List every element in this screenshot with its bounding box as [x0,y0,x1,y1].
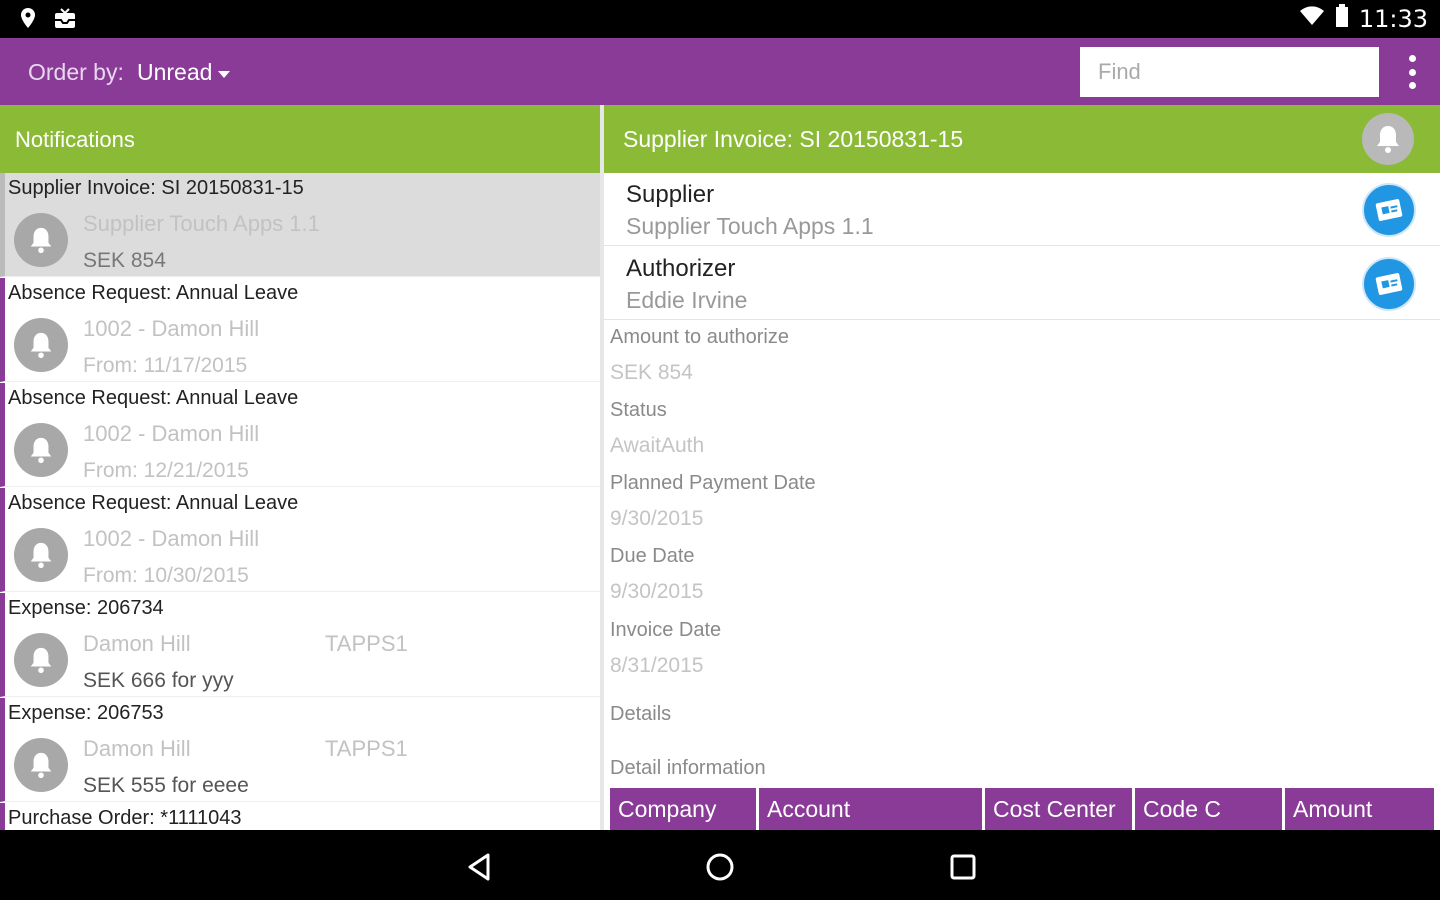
column-amount[interactable]: Amount [1285,788,1434,830]
item-company-code: TAPPS1 [325,631,408,656]
item-line2: SEK 555 for eeee [83,774,249,797]
order-by-value: Unread [137,59,213,85]
authorizer-label: Authorizer [626,255,736,282]
item-line1: Damon Hill [83,631,191,656]
more-vert-icon[interactable] [1398,53,1426,91]
item-title: Expense: 206734 [8,597,164,619]
item-line2: From: 12/21/2015 [83,459,249,482]
app-toolbar: Order by: Unread [0,38,1440,105]
bell-icon [14,633,68,687]
order-by-label: Order by: [28,59,124,85]
item-title: Absence Request: Annual Leave [8,387,299,409]
due-date-value: 9/30/2015 [610,580,704,603]
contact-card-icon [1375,273,1403,295]
amount-value: SEK 854 [610,361,693,384]
planned-payment-date-value: 9/30/2015 [610,507,704,530]
detail-table-header: Company Account Cost Center Code C Amoun… [610,788,1434,830]
item-line1: 1002 - Damon Hill [83,526,260,551]
item-line1: 1002 - Damon Hill [83,316,260,341]
authorizer-contact-button[interactable] [1362,257,1416,311]
notification-list: Supplier Invoice: SI 20150831-15 Supplie… [0,173,600,830]
item-line1: Damon Hill [83,736,191,761]
amount-label: Amount to authorize [610,326,789,348]
order-by-dropdown[interactable]: Unread [137,59,231,86]
contact-card-icon [1375,199,1403,221]
item-line2: SEK 854 [83,249,166,272]
clock: 11:33 [1358,4,1428,33]
bell-icon [14,318,68,372]
item-company-code: TAPPS1 [325,736,408,761]
column-code-c[interactable]: Code C [1135,788,1285,830]
inbox-icon [52,6,78,37]
detail-title: Supplier Invoice: SI 20150831-15 [623,126,964,152]
notification-bell-button[interactable] [1362,113,1414,165]
bell-icon [14,738,68,792]
system-nav-bar [0,830,1440,900]
supplier-row: Supplier Supplier Touch Apps 1.1 [604,173,1440,246]
supplier-contact-button[interactable] [1362,183,1416,237]
item-title: Expense: 206753 [8,702,164,724]
location-pin-icon [18,6,38,37]
column-company[interactable]: Company [610,788,759,830]
find-input[interactable] [1080,47,1379,97]
list-item[interactable]: Expense: 206753 Damon Hill TAPPS1 SEK 55… [0,698,600,802]
notifications-title: Notifications [15,127,135,152]
status-bar: 11:33 [0,0,1440,38]
item-line2: SEK 666 for yyy [83,669,234,692]
detail-information-label: Detail information [610,757,766,779]
bell-icon [14,528,68,582]
bell-icon [14,213,68,267]
invoice-date-label: Invoice Date [610,619,722,641]
item-title: Purchase Order: *1111043 [8,807,242,829]
list-item[interactable]: Absence Request: Annual Leave 1002 - Dam… [0,278,600,382]
bell-icon [14,423,68,477]
item-title: Absence Request: Annual Leave [8,282,299,304]
list-item[interactable]: Expense: 206734 Damon Hill TAPPS1 SEK 66… [0,593,600,697]
wifi-icon [1299,5,1325,32]
due-date-label: Due Date [610,545,695,567]
supplier-label: Supplier [626,181,715,208]
planned-payment-date-label: Planned Payment Date [610,472,816,494]
notifications-header: Notifications [0,105,600,173]
supplier-value: Supplier Touch Apps 1.1 [626,213,874,239]
bell-icon [1377,126,1399,153]
authorizer-row: Authorizer Eddie Irvine [604,247,1440,320]
column-cost-center[interactable]: Cost Center [985,788,1135,830]
list-item[interactable]: Purchase Order: *1111043 [0,803,600,830]
item-line2: From: 10/30/2015 [83,564,249,587]
authorizer-value: Eddie Irvine [626,287,748,313]
details-label: Details [610,703,672,725]
invoice-date-value: 8/31/2015 [610,654,704,677]
battery-icon [1335,4,1349,33]
item-line2: From: 11/17/2015 [83,354,248,377]
column-account[interactable]: Account [759,788,985,830]
item-line1: 1002 - Damon Hill [83,421,260,446]
recents-icon[interactable] [946,850,980,884]
status-label: Status [610,399,667,421]
home-icon[interactable] [703,850,737,884]
dropdown-caret-icon [218,70,231,78]
status-value: AwaitAuth [610,434,705,457]
item-title: Absence Request: Annual Leave [8,492,299,514]
item-title: Supplier Invoice: SI 20150831-15 [8,177,304,199]
list-item[interactable]: Absence Request: Annual Leave 1002 - Dam… [0,488,600,592]
back-icon[interactable] [462,850,496,884]
item-line1: Supplier Touch Apps 1.1 [83,211,320,236]
list-item[interactable]: Supplier Invoice: SI 20150831-15 Supplie… [0,173,600,277]
list-item[interactable]: Absence Request: Annual Leave 1002 - Dam… [0,383,600,487]
detail-header: Supplier Invoice: SI 20150831-15 [604,105,1440,173]
